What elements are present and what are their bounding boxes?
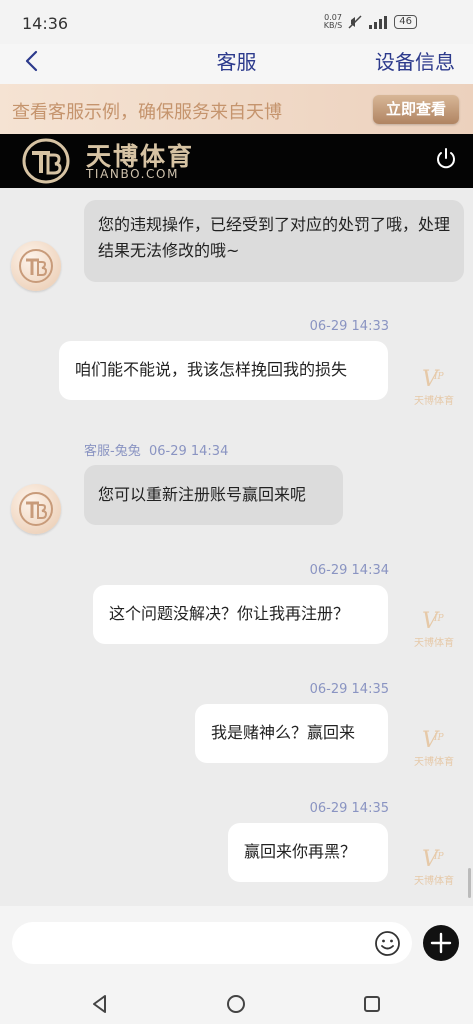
message-input[interactable] bbox=[12, 922, 412, 964]
svg-text:天博体育: 天博体育 bbox=[414, 755, 454, 768]
message-bubble: 这个问题没解决？你让我再注册？ bbox=[93, 585, 388, 644]
power-icon bbox=[437, 148, 455, 169]
message-bubble: 您的违规操作，已经受到了对应的处罚了哦，处理结果无法修改的哦~ bbox=[84, 200, 464, 282]
brand-logo-icon bbox=[22, 138, 70, 184]
vip-badge: V IP 天博体育 bbox=[414, 844, 458, 888]
chevron-left-icon bbox=[25, 50, 38, 72]
system-back-button[interactable] bbox=[88, 992, 112, 1016]
message-bubble: 您可以重新注册账号赢回来呢 bbox=[84, 465, 343, 525]
message-bubble: 咱们能不能说，我该怎样挽回我的损失 bbox=[59, 341, 388, 400]
vip-icon: VIP天博体育 bbox=[414, 609, 454, 649]
svg-text:天博体育: 天博体育 bbox=[414, 394, 454, 407]
agent-avatar bbox=[11, 241, 61, 291]
message-time: 06-29 14:35 bbox=[309, 682, 389, 697]
view-now-button[interactable]: 立即查看 bbox=[373, 95, 459, 124]
message-time: 06-29 14:33 bbox=[309, 319, 389, 334]
input-bar bbox=[0, 906, 473, 982]
battery-indicator: 46 bbox=[394, 15, 417, 29]
system-nav-bar bbox=[0, 982, 473, 1024]
brand-domain: TIANBO.COM bbox=[86, 167, 180, 181]
vip-badge: V IP 天博体育 bbox=[414, 606, 458, 650]
status-icons: 0.07 KB/S 46 bbox=[324, 14, 417, 30]
brand-logo-icon bbox=[19, 249, 53, 283]
signal-icon bbox=[369, 16, 388, 29]
vip-icon: VIP天博体育 bbox=[414, 847, 454, 887]
status-bar: 14:36 0.07 KB/S 46 bbox=[0, 0, 473, 44]
svg-text:IP: IP bbox=[433, 852, 445, 862]
vip-badge: V IP 天博体育 bbox=[414, 725, 458, 769]
promo-text: 查看客服示例，确保服务来自天博 bbox=[12, 102, 282, 123]
svg-text:天博体育: 天博体育 bbox=[414, 636, 454, 649]
system-home-button[interactable] bbox=[224, 992, 248, 1016]
triangle-back-icon bbox=[93, 995, 106, 1013]
plus-icon bbox=[430, 932, 452, 954]
add-button[interactable] bbox=[423, 925, 459, 961]
message-bubble: 赢回来你再黑？ bbox=[228, 823, 388, 882]
message-bubble: 我是赌神么？赢回来 bbox=[195, 704, 388, 763]
power-button[interactable] bbox=[433, 146, 459, 172]
message-time: 06-29 14:35 bbox=[309, 801, 389, 816]
svg-text:IP: IP bbox=[433, 614, 445, 624]
svg-text:天博体育: 天博体育 bbox=[414, 874, 454, 887]
system-recents-button[interactable] bbox=[360, 992, 384, 1016]
chat-area[interactable]: 您的违规操作，已经受到了对应的处罚了哦，处理结果无法修改的哦~ 06-29 14… bbox=[0, 188, 473, 906]
sender-name: 客服-兔兔 bbox=[84, 444, 141, 459]
promo-banner: 查看客服示例，确保服务来自天博 立即查看 bbox=[0, 84, 473, 134]
svg-text:IP: IP bbox=[433, 372, 445, 382]
brand-header: 天博体育 TIANBO.COM bbox=[0, 134, 473, 188]
message-time: 06-29 14:34 bbox=[148, 444, 229, 459]
circle-home-icon bbox=[227, 995, 245, 1013]
smiley-icon bbox=[375, 931, 400, 956]
agent-avatar bbox=[11, 484, 61, 534]
scrollbar-thumb[interactable] bbox=[468, 868, 471, 898]
message-time: 06-29 14:34 bbox=[309, 563, 389, 578]
emoji-button[interactable] bbox=[374, 930, 401, 957]
svg-text:IP: IP bbox=[433, 733, 445, 743]
square-recents-icon bbox=[364, 996, 380, 1012]
nav-bar: 客服 设备信息 bbox=[0, 44, 473, 84]
vip-icon: VIP天博体育 bbox=[414, 728, 454, 768]
vip-badge: V IP 天博体育 bbox=[414, 364, 458, 408]
mute-icon bbox=[348, 15, 362, 29]
network-speed: 0.07 KB/S bbox=[323, 13, 343, 30]
status-time: 14:36 bbox=[22, 14, 69, 33]
brand-logo-icon bbox=[19, 492, 53, 526]
back-button[interactable] bbox=[18, 46, 48, 76]
device-info-button[interactable]: 设备信息 bbox=[375, 46, 455, 75]
vip-icon: VIP天博体育 bbox=[414, 367, 454, 407]
message-sender-line: 客服-兔兔 06-29 14:34 bbox=[84, 440, 228, 459]
